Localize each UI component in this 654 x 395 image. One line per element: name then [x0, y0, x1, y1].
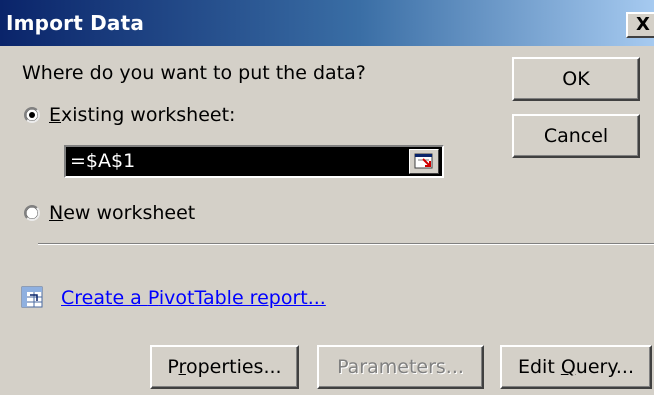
- new-worksheet-label: New worksheet: [49, 202, 195, 224]
- label-text: ew worksheet: [63, 202, 196, 224]
- label-text: uery...: [575, 356, 634, 378]
- close-icon: X: [636, 14, 650, 35]
- separator: [38, 243, 654, 245]
- dialog-title: Import Data: [6, 11, 145, 35]
- edit-query-button[interactable]: Edit Query...: [500, 345, 652, 389]
- new-worksheet-radio[interactable]: [24, 205, 40, 221]
- existing-worksheet-option[interactable]: Existing worksheet:: [24, 104, 235, 126]
- collapse-dialog-icon: [414, 153, 433, 169]
- label-text: operties...: [185, 356, 282, 378]
- properties-button[interactable]: Properties...: [150, 345, 299, 389]
- accelerator-key: r: [178, 356, 186, 378]
- parameters-button: Parameters...: [317, 345, 484, 389]
- link-text-rest: ivotTable report...: [158, 287, 326, 309]
- cell-reference-input[interactable]: =$A$1: [64, 145, 444, 178]
- title-bar: Import Data X: [0, 0, 654, 46]
- cancel-button[interactable]: Cancel: [512, 114, 640, 158]
- pivot-table-icon: [21, 286, 43, 308]
- collapse-dialog-button[interactable]: [409, 149, 439, 174]
- existing-worksheet-radio[interactable]: [24, 107, 40, 123]
- accelerator-key: E: [49, 104, 62, 126]
- close-button[interactable]: X: [626, 12, 654, 38]
- label-text: xisting worksheet:: [61, 104, 236, 126]
- link-text-prefix: Create a: [61, 287, 148, 309]
- accelerator-key: P: [147, 287, 159, 309]
- cell-reference-value[interactable]: =$A$1: [70, 150, 135, 172]
- label-text: P: [167, 356, 179, 378]
- new-worksheet-option[interactable]: New worksheet: [24, 202, 195, 224]
- accelerator-key: N: [49, 202, 64, 224]
- label-text: Edit: [517, 356, 561, 378]
- radio-selected-dot: [29, 112, 35, 118]
- placement-prompt: Where do you want to put the data?: [22, 62, 366, 84]
- create-pivottable-link[interactable]: Create a PivotTable report...: [61, 287, 326, 309]
- ok-button[interactable]: OK: [512, 57, 640, 101]
- accelerator-key: Q: [560, 356, 576, 378]
- existing-worksheet-label: Existing worksheet:: [49, 104, 235, 126]
